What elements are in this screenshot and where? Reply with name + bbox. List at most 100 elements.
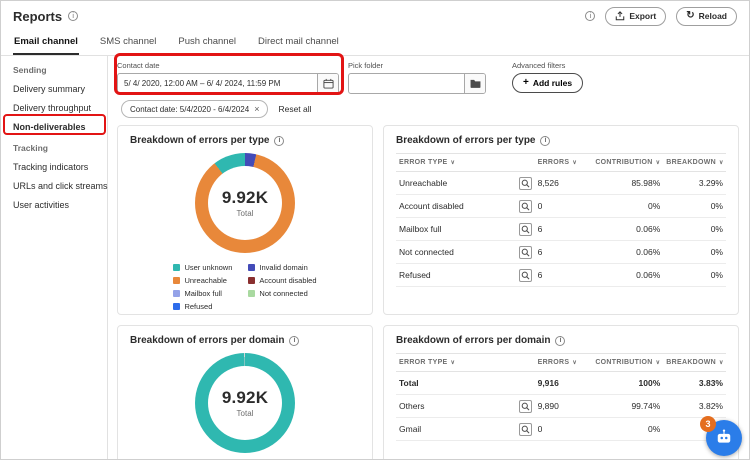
- chip-close-icon[interactable]: ×: [254, 104, 259, 114]
- sort-chevron-icon[interactable]: ∨: [451, 160, 456, 166]
- sidebar-item-delivery-summary[interactable]: Delivery summary: [1, 79, 107, 98]
- reload-button[interactable]: ↻ Reload: [676, 6, 737, 26]
- contribution-cell: 0.06%: [584, 263, 664, 287]
- export-icon: [616, 11, 625, 21]
- table-row: Others 9,890 99.74% 3.82%: [396, 394, 726, 418]
- preview-icon[interactable]: [518, 399, 532, 413]
- column-header-contribution[interactable]: CONTRIBUTION ∨: [584, 353, 664, 372]
- info-icon[interactable]: i: [289, 335, 300, 346]
- sidebar-item-urls-and-click-streams[interactable]: URLs and click streams: [1, 176, 108, 195]
- preview-icon[interactable]: [518, 176, 532, 190]
- filter-chip[interactable]: Contact date: 5/4/2020 - 6/4/2024 ×: [121, 100, 269, 118]
- sidebar-item-non-deliverables[interactable]: Non-deliverables: [1, 117, 107, 136]
- add-icon: +: [523, 77, 529, 88]
- report-panels: Breakdown of errors per type i 9.92K Tot…: [117, 125, 739, 459]
- donut-total-label: Total: [236, 409, 254, 418]
- sort-chevron-icon[interactable]: ∨: [656, 160, 661, 166]
- legend-item-user-unknown: User unknown: [173, 263, 232, 272]
- export-button[interactable]: Export: [605, 6, 667, 26]
- tab-email-channel[interactable]: Email channel: [13, 31, 79, 55]
- sidebar-item-delivery-throughput[interactable]: Delivery throughput: [1, 98, 107, 117]
- contribution-cell: 85.98%: [584, 171, 664, 195]
- reload-label: Reload: [698, 11, 727, 21]
- error-type-cell: Not connected: [396, 240, 535, 264]
- page-title: Reports: [13, 8, 63, 24]
- tab-push-channel[interactable]: Push channel: [177, 31, 237, 55]
- help-info-icon[interactable]: i: [585, 11, 596, 21]
- calendar-button[interactable]: [317, 74, 338, 93]
- tab-sms-channel[interactable]: SMS channel: [99, 31, 158, 55]
- legend-label: Unreachable: [184, 276, 227, 285]
- column-header-breakdown[interactable]: BREAKDOWN ∨: [663, 353, 726, 372]
- sort-chevron-icon[interactable]: ∨: [719, 160, 724, 166]
- legend-label: Mailbox full: [184, 289, 222, 298]
- preview-icon[interactable]: [518, 199, 532, 213]
- title-info-icon[interactable]: i: [68, 11, 79, 21]
- column-header-error-type[interactable]: ERROR TYPE ∨: [396, 353, 535, 372]
- error-type-cell: Account disabled: [396, 194, 535, 218]
- filter-row: Contact date 5/ 4/ 2020, 12:00 AM – 6/ 4…: [117, 61, 739, 94]
- info-letter: i: [559, 337, 562, 344]
- preview-icon[interactable]: [518, 222, 532, 236]
- folder-icon: [470, 79, 480, 88]
- folder-button[interactable]: [464, 74, 485, 93]
- sort-chevron-icon[interactable]: ∨: [719, 360, 724, 366]
- column-header-error-type[interactable]: ERROR TYPE ∨: [396, 153, 535, 172]
- legend-swatch: [248, 277, 256, 284]
- error-type-cell: Unreachable: [396, 171, 535, 195]
- breakdown-cell: 0%: [663, 263, 726, 287]
- tab-direct-mail-channel[interactable]: Direct mail channel: [257, 31, 340, 55]
- breakdown-cell: 3.29%: [663, 171, 726, 195]
- page-header: Reports i i Export ↻ Reload: [1, 1, 749, 31]
- contact-date-value[interactable]: 5/ 4/ 2020, 12:00 AM – 6/ 4/ 2024, 11:59…: [118, 79, 317, 88]
- add-rules-button[interactable]: + Add rules: [512, 73, 584, 93]
- sort-chevron-icon[interactable]: ∨: [656, 360, 661, 366]
- advanced-filters-group: Advanced filters + Add rules: [512, 61, 584, 94]
- info-icon[interactable]: i: [555, 335, 566, 346]
- table-row: Gmail00%0%: [396, 417, 726, 441]
- donut-wrap: 9.92K Total User unknown Unreachable Mailb…: [130, 153, 360, 311]
- preview-icon[interactable]: [518, 245, 532, 259]
- sort-chevron-icon[interactable]: ∨: [572, 160, 577, 166]
- info-icon[interactable]: i: [274, 135, 285, 146]
- column-header-errors[interactable]: ERRORS ∨: [534, 153, 585, 172]
- table-row: Not connected 6 0.06% 0%: [396, 240, 726, 264]
- donut-chart[interactable]: 9.92K Total: [195, 353, 295, 453]
- chart-legend: User unknown Unreachable Mailbox full Refus…: [173, 263, 317, 311]
- tab-bar: Email channel SMS channel Push channel Dire…: [1, 31, 749, 56]
- legend-item-unreachable: Unreachable: [173, 276, 232, 285]
- info-letter: i: [544, 137, 547, 144]
- column-header-errors[interactable]: ERRORS ∨: [534, 353, 585, 372]
- contact-date-input[interactable]: 5/ 4/ 2020, 12:00 AM – 6/ 4/ 2024, 11:59…: [117, 73, 339, 94]
- error-type-cell: Refused: [396, 263, 535, 287]
- breakdown-cell: 0%: [663, 240, 726, 264]
- pick-folder-label: Pick folder: [348, 61, 384, 70]
- panel-title: Breakdown of errors per type i: [396, 135, 726, 146]
- donut-center: 9.92K Total: [195, 153, 295, 253]
- active-filters-row: Contact date: 5/4/2020 - 6/4/2024 × Rese…: [117, 100, 739, 118]
- error-type-cell: Mailbox full: [396, 217, 535, 241]
- legend-label: Not connected: [259, 289, 308, 298]
- legend-swatch: [173, 277, 181, 284]
- sort-chevron-icon[interactable]: ∨: [451, 360, 456, 366]
- panel-errors-by-type-table: Breakdown of errors per type i ERROR TYP…: [383, 125, 739, 315]
- donut-chart[interactable]: 9.92K Total: [195, 153, 295, 253]
- pick-folder-input[interactable]: [348, 73, 486, 94]
- legend-swatch: [173, 303, 181, 310]
- errors-cell: 0: [534, 417, 585, 441]
- preview-icon[interactable]: [518, 422, 532, 436]
- legend-swatch: [248, 290, 256, 297]
- preview-icon[interactable]: [518, 268, 532, 282]
- column-header-breakdown[interactable]: BREAKDOWN ∨: [663, 153, 726, 172]
- info-icon[interactable]: i: [540, 135, 551, 146]
- reload-icon: ↻: [686, 10, 695, 21]
- sidebar-section-sending: Sending: [13, 65, 47, 75]
- legend-swatch: [173, 290, 181, 297]
- sidebar-item-user-activities[interactable]: User activities: [1, 195, 107, 214]
- table-row: Total 9,916 100% 3.83%: [396, 371, 726, 395]
- filter-chip-label: Contact date: 5/4/2020 - 6/4/2024: [130, 104, 250, 114]
- reset-all-link[interactable]: Reset all: [278, 104, 311, 114]
- column-header-contribution[interactable]: CONTRIBUTION ∨: [584, 153, 664, 172]
- sort-chevron-icon[interactable]: ∨: [572, 360, 577, 366]
- sidebar-item-tracking-indicators[interactable]: Tracking indicators: [1, 157, 107, 176]
